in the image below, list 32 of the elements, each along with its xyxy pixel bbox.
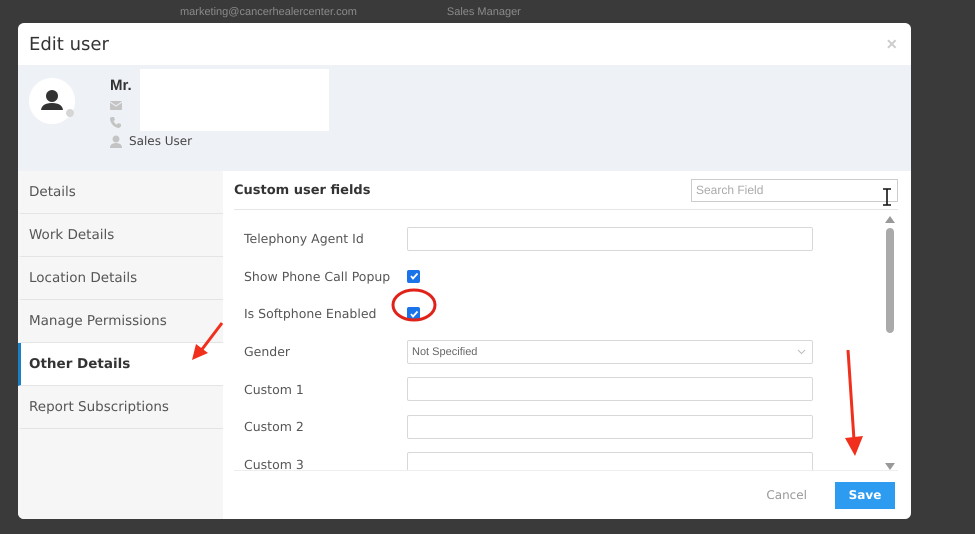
scroll-up-icon[interactable]: [885, 216, 895, 223]
search-field[interactable]: Search Field: [691, 178, 898, 202]
role-label: Sales User: [129, 134, 192, 148]
checkbox[interactable]: [407, 270, 420, 283]
field-label: Is Softphone Enabled: [244, 306, 378, 322]
dialog-title: Edit user: [29, 34, 109, 54]
input-field[interactable]: [407, 377, 813, 402]
panel-title: Custom user fields: [234, 182, 370, 198]
text-cursor-icon: [882, 188, 892, 206]
mail-icon: [110, 101, 122, 110]
field-label: Custom 2: [244, 419, 305, 434]
avatar-icon: [28, 77, 78, 127]
circle-annotation: [390, 287, 438, 323]
role-text: Sales Manager: [446, 6, 521, 18]
input-field[interactable]: [407, 226, 813, 251]
scrollbar-thumb[interactable]: [886, 228, 894, 333]
sidebar-tab[interactable]: Other Details: [18, 343, 223, 386]
chevron-down-icon: [797, 348, 806, 355]
user-name: Mr.: [110, 77, 133, 94]
field-label: Show Phone Call Popup: [244, 268, 392, 284]
phone-icon: [110, 117, 121, 128]
gender-dropdown[interactable]: Not Specified: [407, 340, 813, 364]
field-label: Custom 3: [244, 456, 305, 470]
field-label: Telephony Agent Id: [244, 231, 365, 246]
input-field[interactable]: [407, 452, 813, 470]
input-field[interactable]: [407, 414, 813, 439]
email-text: marketing@cancerhealercenter.com: [180, 6, 357, 18]
field-label: Custom 1: [244, 382, 305, 397]
field-label: Gender: [244, 344, 292, 360]
arrow-annotation: [190, 322, 224, 362]
scroll-down-icon[interactable]: [885, 463, 895, 470]
person-icon: [110, 134, 122, 148]
